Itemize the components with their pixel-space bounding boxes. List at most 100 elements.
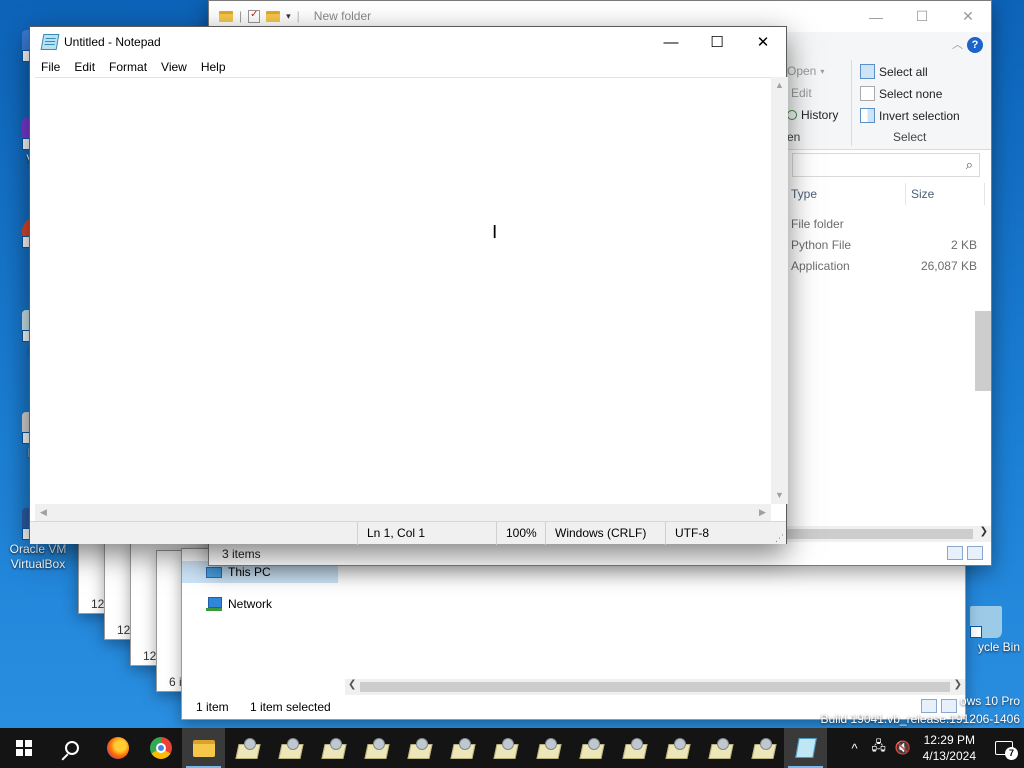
file-explorer-window-this-pc[interactable]: This PC Network ❮ ❯ 1 item 1 item select… (181, 548, 966, 720)
maximize-icon[interactable]: ☐ (694, 27, 740, 57)
window-fragment-text: 12 (143, 649, 157, 663)
vertical-scrollbar[interactable]: ▲ ▼ (771, 77, 788, 504)
taskbar-file-explorer[interactable] (182, 728, 225, 768)
scroll-left-arrow-icon[interactable]: ◀ (35, 504, 52, 521)
clock[interactable]: 12:29 PM 4/13/2024 (915, 732, 984, 764)
minimize-icon[interactable]: — (648, 27, 694, 57)
select-all-label: Select all (879, 64, 928, 79)
taskbar-python-window[interactable] (612, 728, 655, 768)
menu-view[interactable]: View (154, 57, 194, 77)
details-view-icon[interactable] (947, 546, 963, 560)
customize-toolbar-chevron-icon[interactable]: ▾ (286, 11, 291, 22)
scroll-down-arrow-icon[interactable]: ▼ (771, 487, 788, 504)
select-none-button[interactable]: Select none (860, 86, 942, 101)
minimize-icon[interactable]: — (853, 1, 899, 32)
system-tray: ^ 🖧 🔇 12:29 PM 4/13/2024 7 (843, 728, 1024, 768)
text-editor-area[interactable] (35, 77, 771, 503)
file-size-cell[interactable]: 2 KB (909, 238, 977, 252)
history-button[interactable]: History (787, 108, 838, 122)
python-file-icon (622, 738, 646, 758)
search-button[interactable] (48, 728, 96, 768)
taskbar-firefox[interactable] (96, 728, 139, 768)
windows-build-text: Build 19041.vb_release.191206-1406 (820, 712, 1021, 726)
taskbar-python-window[interactable] (354, 728, 397, 768)
close-icon[interactable]: ✕ (740, 27, 786, 57)
search-input[interactable]: ⌕ (792, 153, 980, 177)
column-divider[interactable] (984, 183, 985, 205)
collapse-ribbon-chevron-icon[interactable]: ︿ (952, 36, 963, 52)
taskbar-python-window[interactable] (225, 728, 268, 768)
file-type-cell[interactable]: File folder (791, 217, 844, 231)
windows-logo-icon (16, 740, 32, 756)
network-icon[interactable]: 🖧 (867, 737, 891, 759)
menu-help[interactable]: Help (194, 57, 233, 77)
scroll-up-arrow-icon[interactable]: ▲ (771, 77, 788, 94)
scroll-right-arrow-icon[interactable]: ▶ (754, 504, 771, 521)
horizontal-scrollbar[interactable]: ◀ ▶ (35, 504, 771, 521)
maximize-icon[interactable]: ☐ (899, 1, 945, 32)
taskbar-python-window[interactable] (268, 728, 311, 768)
column-header-type[interactable]: Type (791, 187, 817, 201)
close-icon[interactable]: ✕ (945, 1, 991, 32)
python-file-icon (751, 738, 775, 758)
large-icons-view-icon[interactable] (941, 699, 957, 713)
new-folder-icon[interactable] (266, 10, 281, 22)
taskbar-python-window[interactable] (569, 728, 612, 768)
window-controls: — ☐ ✕ (853, 1, 991, 32)
nav-item-network[interactable]: Network (182, 593, 338, 615)
scroll-left-arrow-icon[interactable]: ❮ (348, 679, 356, 690)
taskbar-notepad[interactable] (784, 728, 827, 768)
large-icons-view-icon[interactable] (967, 546, 983, 560)
window-title: New folder (313, 9, 372, 23)
column-header-size[interactable]: Size (911, 187, 934, 201)
file-size-cell[interactable]: 26,087 KB (909, 259, 977, 273)
start-button[interactable] (0, 728, 48, 768)
show-hidden-icons-chevron-icon[interactable]: ^ (843, 741, 867, 756)
dropdown-chevron-icon: ▾ (820, 66, 825, 76)
taskbar-python-window[interactable] (440, 728, 483, 768)
action-center-button[interactable]: 7 (984, 728, 1024, 768)
scroll-right-arrow-icon[interactable]: ❯ (980, 526, 988, 537)
taskbar-chrome[interactable] (139, 728, 182, 768)
menu-file[interactable]: File (34, 57, 67, 77)
horizontal-scrollbar[interactable]: ❮ ❯ (345, 679, 965, 695)
desktop-icon-label: Oracle VM VirtualBox (9, 542, 67, 571)
scrollbar-thumb[interactable] (360, 682, 950, 692)
select-all-button[interactable]: Select all (860, 64, 928, 79)
search-icon[interactable]: ⌕ (966, 157, 973, 173)
separator: | (296, 9, 300, 23)
ribbon-group-label: Select (893, 130, 927, 144)
taskbar-python-window[interactable] (483, 728, 526, 768)
taskbar-python-window[interactable] (526, 728, 569, 768)
item-count: 3 items (222, 547, 261, 561)
ribbon-group-label: en (787, 130, 801, 144)
properties-icon[interactable] (248, 9, 261, 23)
menu-format[interactable]: Format (102, 57, 154, 77)
file-type-cell[interactable]: Python File (791, 238, 851, 252)
python-file-icon (450, 738, 474, 758)
notepad-window[interactable]: Untitled - Notepad — ☐ ✕ File Edit Forma… (29, 26, 788, 545)
help-icon[interactable]: ? (967, 37, 983, 53)
open-button[interactable]: Open ▾ (787, 64, 824, 78)
invert-selection-button[interactable]: Invert selection (860, 108, 960, 123)
taskbar-python-window[interactable] (655, 728, 698, 768)
taskbar-python-window[interactable] (698, 728, 741, 768)
scrollbar-thumb[interactable] (787, 529, 973, 539)
clock-date: 4/13/2024 (922, 749, 976, 763)
file-type-cell[interactable]: Application (791, 259, 850, 273)
menu-edit[interactable]: Edit (67, 57, 102, 77)
details-view-icon[interactable] (921, 699, 937, 713)
taskbar-python-window[interactable] (397, 728, 440, 768)
horizontal-scrollbar[interactable]: ❯ (787, 526, 991, 542)
volume-muted-icon[interactable]: 🔇 (891, 740, 915, 756)
python-file-icon (235, 738, 259, 758)
vertical-scrollbar-thumb[interactable] (975, 311, 991, 391)
firefox-icon (106, 737, 129, 759)
resize-grip-icon[interactable]: ⋰ (775, 533, 784, 544)
title-bar[interactable]: Untitled - Notepad — ☐ ✕ (30, 27, 786, 57)
scroll-right-arrow-icon[interactable]: ❯ (954, 679, 962, 690)
taskbar-python-window[interactable] (741, 728, 784, 768)
taskbar-python-window[interactable] (311, 728, 354, 768)
edit-button[interactable]: Edit (791, 86, 812, 100)
column-divider[interactable] (905, 183, 906, 205)
